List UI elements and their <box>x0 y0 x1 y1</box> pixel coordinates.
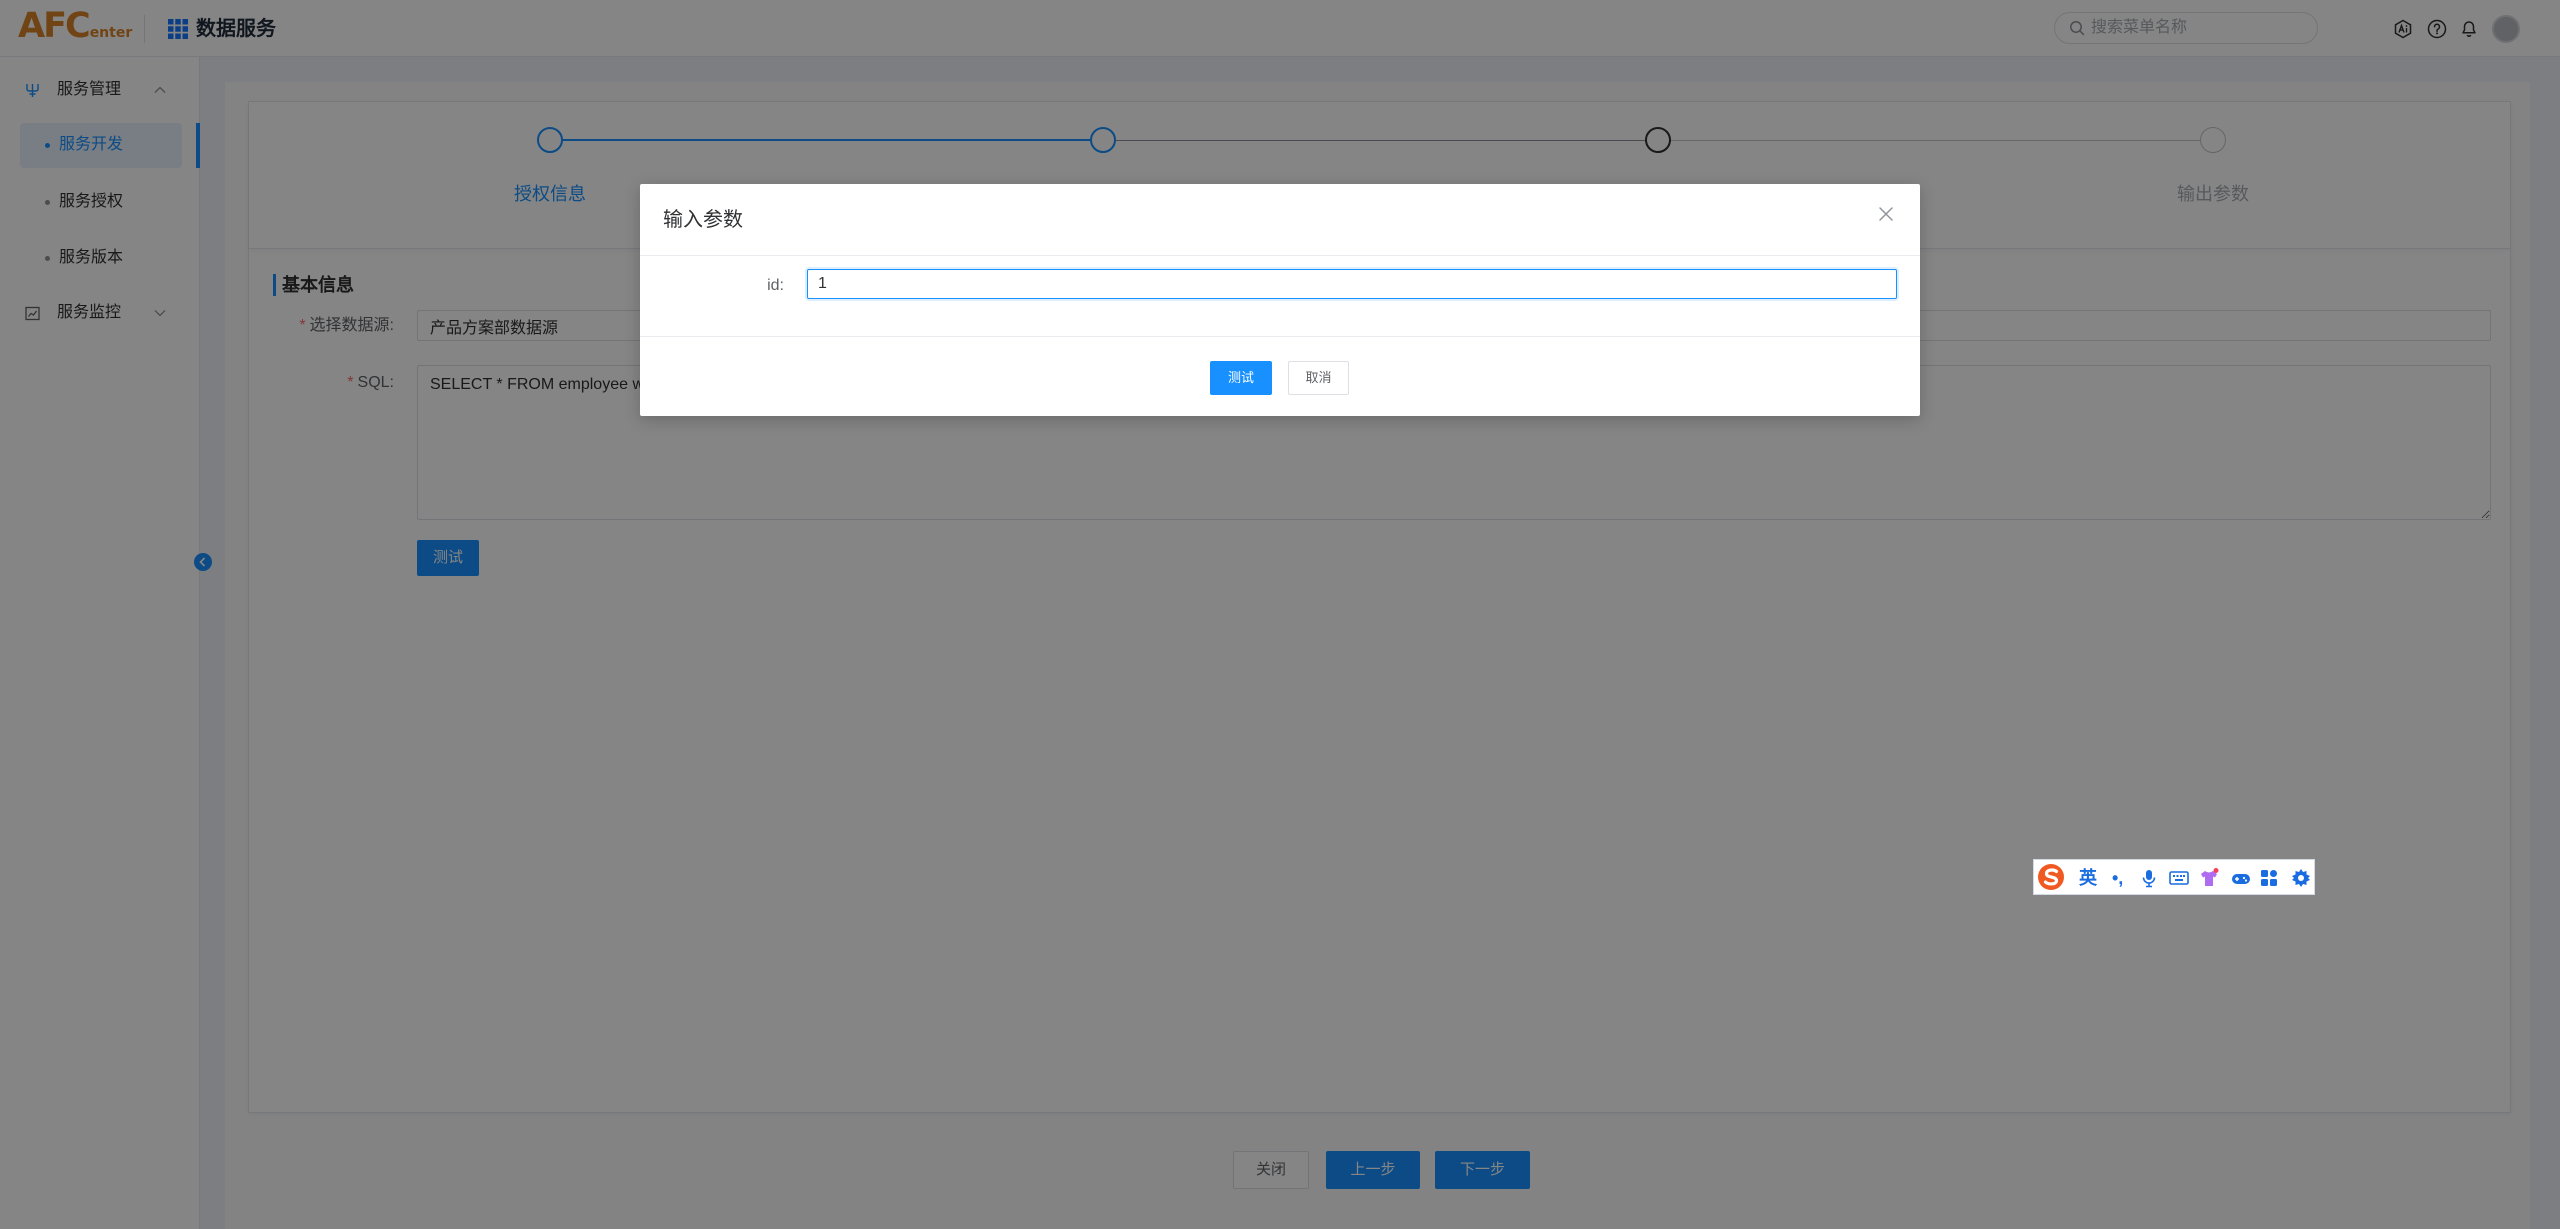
settings-gear-icon[interactable] <box>2289 866 2313 890</box>
keyboard-icon[interactable] <box>2167 866 2191 890</box>
gamepad-icon[interactable] <box>2229 866 2253 890</box>
ime-language-toggle[interactable]: 英 <box>2079 867 2097 889</box>
ime-toolbar[interactable]: 英 •, <box>2033 859 2315 895</box>
dialog-cancel-button[interactable]: 取消 <box>1288 361 1349 395</box>
dialog-header: 输入参数 <box>640 184 1920 256</box>
param-id-label: id: <box>767 277 784 294</box>
sogou-logo-icon[interactable] <box>2036 862 2066 892</box>
input-params-dialog: 输入参数 id: 测试 取消 <box>640 184 1920 416</box>
dialog-footer: 测试 取消 <box>640 336 1920 416</box>
skin-shirt-icon[interactable] <box>2197 866 2221 890</box>
microphone-icon[interactable] <box>2137 866 2161 890</box>
toolbox-grid-icon[interactable] <box>2257 866 2281 890</box>
close-icon[interactable] <box>1876 204 1896 224</box>
dialog-title: 输入参数 <box>663 209 743 231</box>
param-id-input[interactable] <box>807 269 1897 299</box>
dialog-test-button[interactable]: 测试 <box>1210 361 1272 395</box>
ime-punctuation-toggle[interactable]: •, <box>2112 867 2123 889</box>
